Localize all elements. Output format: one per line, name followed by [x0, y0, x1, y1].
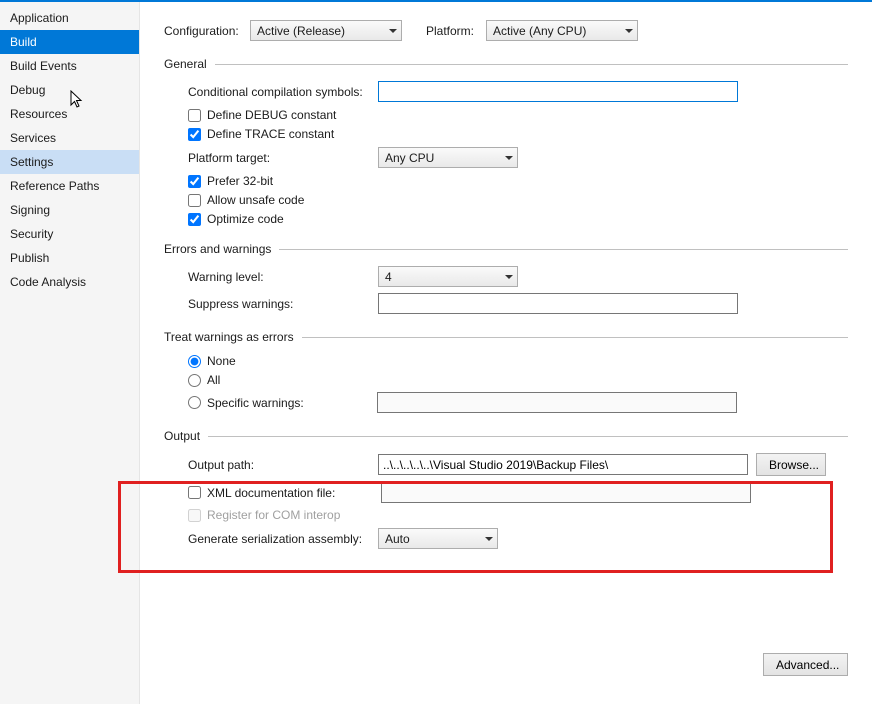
- divider: [208, 436, 848, 437]
- section-errors: Errors and warnings: [164, 242, 848, 256]
- sidebar: Application Build Build Events Debug Res…: [0, 2, 140, 704]
- warning-level-value: 4: [385, 270, 392, 284]
- register-com-label: Register for COM interop: [207, 508, 340, 522]
- divider: [302, 337, 848, 338]
- treat-all-radio[interactable]: [188, 374, 201, 387]
- treat-specific-radio[interactable]: [188, 396, 201, 409]
- chevron-down-icon: [485, 537, 493, 541]
- output-path-label: Output path:: [188, 458, 378, 472]
- define-debug-label: Define DEBUG constant: [207, 108, 336, 122]
- sidebar-item-code-analysis[interactable]: Code Analysis: [0, 270, 139, 294]
- suppress-warnings-label: Suppress warnings:: [188, 297, 378, 311]
- configuration-combo[interactable]: Active (Release): [250, 20, 402, 41]
- section-title: Errors and warnings: [164, 242, 271, 256]
- platform-target-label: Platform target:: [188, 151, 378, 165]
- warning-level-row: Warning level: 4: [188, 266, 848, 287]
- treat-all-label: All: [207, 373, 220, 387]
- treat-none-row[interactable]: None: [188, 354, 848, 368]
- allow-unsafe-row[interactable]: Allow unsafe code: [188, 193, 848, 207]
- xml-doc-row[interactable]: XML documentation file:: [188, 482, 848, 503]
- section-title: Output: [164, 429, 200, 443]
- advanced-row: Advanced...: [763, 653, 848, 676]
- optimize-code-row[interactable]: Optimize code: [188, 212, 848, 226]
- prefer-32bit-label: Prefer 32-bit: [207, 174, 273, 188]
- configuration-value: Active (Release): [257, 24, 345, 38]
- treat-specific-input[interactable]: [377, 392, 737, 413]
- warning-level-combo[interactable]: 4: [378, 266, 518, 287]
- sidebar-item-build[interactable]: Build: [0, 30, 139, 54]
- output-path-row: Output path: Browse...: [188, 453, 848, 476]
- conditional-symbols-row: Conditional compilation symbols:: [188, 81, 848, 102]
- treat-none-label: None: [207, 354, 236, 368]
- serialization-combo[interactable]: Auto: [378, 528, 498, 549]
- platform-combo[interactable]: Active (Any CPU): [486, 20, 638, 41]
- platform-value: Active (Any CPU): [493, 24, 586, 38]
- xml-doc-checkbox[interactable]: [188, 486, 201, 499]
- xml-doc-label: XML documentation file:: [207, 486, 375, 500]
- define-trace-checkbox[interactable]: [188, 128, 201, 141]
- browse-button[interactable]: Browse...: [756, 453, 826, 476]
- sidebar-item-security[interactable]: Security: [0, 222, 139, 246]
- prefer-32bit-row[interactable]: Prefer 32-bit: [188, 174, 848, 188]
- sidebar-item-application[interactable]: Application: [0, 6, 139, 30]
- serialization-value: Auto: [385, 532, 410, 546]
- conditional-symbols-label: Conditional compilation symbols:: [188, 85, 378, 99]
- treat-none-radio[interactable]: [188, 355, 201, 368]
- treat-specific-label: Specific warnings:: [207, 396, 371, 410]
- section-treat-warnings: Treat warnings as errors: [164, 330, 848, 344]
- platform-target-combo[interactable]: Any CPU: [378, 147, 518, 168]
- platform-target-value: Any CPU: [385, 151, 434, 165]
- allow-unsafe-checkbox[interactable]: [188, 194, 201, 207]
- chevron-down-icon: [389, 29, 397, 33]
- allow-unsafe-label: Allow unsafe code: [207, 193, 304, 207]
- optimize-code-label: Optimize code: [207, 212, 284, 226]
- chevron-down-icon: [625, 29, 633, 33]
- register-com-row: Register for COM interop: [188, 508, 848, 522]
- define-debug-row[interactable]: Define DEBUG constant: [188, 108, 848, 122]
- define-trace-row[interactable]: Define TRACE constant: [188, 127, 848, 141]
- advanced-button[interactable]: Advanced...: [763, 653, 848, 676]
- platform-target-row: Platform target: Any CPU: [188, 147, 848, 168]
- suppress-warnings-row: Suppress warnings:: [188, 293, 848, 314]
- xml-doc-input[interactable]: [381, 482, 751, 503]
- conditional-symbols-input[interactable]: [378, 81, 738, 102]
- chevron-down-icon: [505, 156, 513, 160]
- sidebar-item-services[interactable]: Services: [0, 126, 139, 150]
- configuration-row: Configuration: Active (Release) Platform…: [164, 20, 848, 41]
- sidebar-item-build-events[interactable]: Build Events: [0, 54, 139, 78]
- serialization-row: Generate serialization assembly: Auto: [188, 528, 848, 549]
- register-com-checkbox: [188, 509, 201, 522]
- treat-specific-row[interactable]: Specific warnings:: [188, 392, 848, 413]
- sidebar-item-resources[interactable]: Resources: [0, 102, 139, 126]
- sidebar-item-publish[interactable]: Publish: [0, 246, 139, 270]
- section-title: General: [164, 57, 207, 71]
- main-container: Application Build Build Events Debug Res…: [0, 2, 872, 704]
- configuration-label: Configuration:: [164, 24, 244, 38]
- divider: [279, 249, 848, 250]
- define-trace-label: Define TRACE constant: [207, 127, 334, 141]
- sidebar-item-signing[interactable]: Signing: [0, 198, 139, 222]
- suppress-warnings-input[interactable]: [378, 293, 738, 314]
- sidebar-item-debug[interactable]: Debug: [0, 78, 139, 102]
- serialization-label: Generate serialization assembly:: [188, 532, 378, 546]
- divider: [215, 64, 848, 65]
- sidebar-item-settings[interactable]: Settings: [0, 150, 139, 174]
- warning-level-label: Warning level:: [188, 270, 378, 284]
- chevron-down-icon: [505, 275, 513, 279]
- treat-all-row[interactable]: All: [188, 373, 848, 387]
- optimize-code-checkbox[interactable]: [188, 213, 201, 226]
- sidebar-item-reference-paths[interactable]: Reference Paths: [0, 174, 139, 198]
- output-path-input[interactable]: [378, 454, 748, 475]
- platform-label: Platform:: [426, 24, 480, 38]
- content-pane: Configuration: Active (Release) Platform…: [140, 2, 872, 704]
- define-debug-checkbox[interactable]: [188, 109, 201, 122]
- section-output: Output: [164, 429, 848, 443]
- section-title: Treat warnings as errors: [164, 330, 294, 344]
- prefer-32bit-checkbox[interactable]: [188, 175, 201, 188]
- section-general: General: [164, 57, 848, 71]
